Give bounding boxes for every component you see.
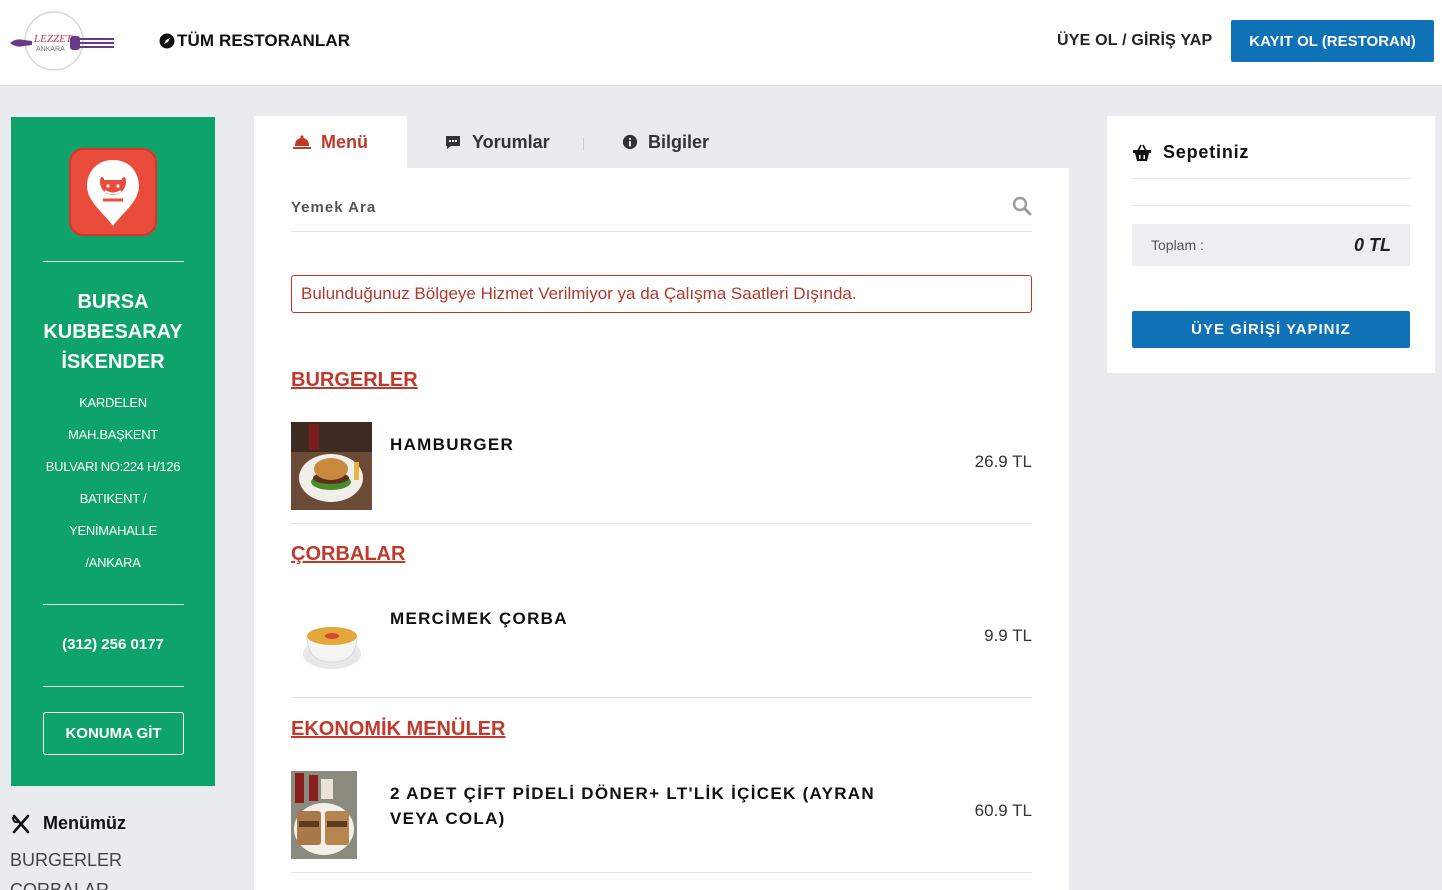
sidebar-item-corbalar[interactable]: ÇORBALAR [10,880,109,890]
address-line: BATIKENT / [79,491,147,506]
restaurant-address: KARDELEN MAH.BAŞKENT BULVARI NO:224 H/12… [31,387,195,579]
divider [1132,205,1410,206]
cart-total-label: Toplam : [1151,237,1204,253]
cart-total-value: 0 TL [1353,235,1391,255]
address-line: /ANKARA [85,555,141,570]
info-icon [622,134,638,150]
category-title-ekonomik-menuler[interactable]: EKONOMİK MENÜLER [291,718,505,741]
tab-separator [583,138,584,150]
menu-item-price: 60.9 TL [974,801,1032,820]
lentil-soup-photo [291,596,372,684]
basket-icon [1133,144,1151,161]
cart-title: Sepetiniz [1132,142,1249,163]
sidebar-item-burgerler[interactable]: BURGERLER [10,850,122,871]
svg-text:ANKARA: ANKARA [36,46,65,53]
register-restaurant-button[interactable]: KAYIT OL (RESTORAN) [1231,20,1434,62]
restaurant-info-card: BURSA KUBBESARAY İSKENDER KARDELEN MAH.B… [11,117,215,786]
menu-item-name: HAMBURGER [390,435,515,454]
shopping-cart: Sepetiniz Toplam : 0 TL ÜYE GİRİŞİ YAPIN… [1107,116,1435,373]
divider [43,686,184,687]
menu-item-name: MERCİMEK ÇORBA [390,609,568,628]
top-navbar: LEZZET ANKARA TÜM RESTORANLAR ÜYE OL / G… [0,0,1442,86]
tab-menu[interactable]: Menü [254,116,407,168]
menu-item-name: 2 ADET ÇİFT PİDELİ DÖNER+ LT'LİK İÇİCEK … [390,784,875,828]
lezzet-ankara-logo[interactable]: LEZZET ANKARA [8,10,118,72]
all-restaurants-link[interactable]: TÜM RESTORANLAR [159,31,350,51]
tab-reviews-label: Yorumlar [472,131,550,152]
menu-item[interactable]: MERCİMEK ÇORBA 9.9 TL [291,596,1032,698]
go-to-location-button[interactable]: KONUMA GİT [43,712,184,755]
food-search [291,182,1032,232]
compass-icon [159,33,175,49]
divider [43,261,184,262]
comment-icon [446,136,460,149]
tab-info[interactable]: Bilgiler [622,116,709,168]
address-line: YENİMAHALLE [69,523,157,538]
all-restaurants-label: TÜM RESTORANLAR [177,31,351,50]
cart-title-label: Sepetiniz [1163,142,1250,162]
restaurant-name: BURSA KUBBESARAY İSKENDER [43,291,183,373]
restaurant-tabs: Menü Yorumlar Bilgiler [254,116,1069,168]
tab-info-label: Bilgiler [648,131,710,152]
cloche-icon [293,135,311,149]
search-icon[interactable] [1012,196,1032,216]
divider [1132,178,1410,179]
menu-item-price: 9.9 TL [984,626,1032,645]
member-login-button[interactable]: ÜYE GİRİŞİ YAPINIZ [1132,311,1410,348]
divider [43,604,184,605]
menu-item[interactable]: HAMBURGER 26.9 TL [291,422,1032,524]
food-search-input[interactable] [291,195,991,219]
category-title-burgerler[interactable]: BURGERLER [291,369,418,392]
address-line: BULVARI NO:224 H/126 [45,459,181,474]
menu-item-price: 26.9 TL [974,452,1032,471]
menu-item[interactable]: 2 ADET ÇİFT PİDELİ DÖNER+ LT'LİK İÇİCEK … [291,771,1032,873]
address-line: KARDELEN [79,395,147,410]
category-title-corbalar[interactable]: ÇORBALAR [291,543,405,566]
doner-menu-photo [291,771,357,859]
sidebar-menu-title: Menümüz [11,813,126,834]
hamburger-photo [291,422,372,510]
address-line: MAH.BAŞKENT [68,427,158,442]
svg-text:LEZZET: LEZZET [33,33,73,45]
service-unavailable-alert: Bulunduğunuz Bölgeye Hizmet Verilmiyor y… [291,275,1032,313]
signup-login-link[interactable]: ÜYE OL / GİRİŞ YAP [1057,32,1212,50]
menu-panel: Bulunduğunuz Bölgeye Hizmet Verilmiyor y… [254,168,1069,890]
fork-knife-icon [12,814,30,833]
cart-total-row: Toplam : 0 TL [1132,224,1410,266]
restaurant-chef-logo [69,148,157,236]
sidebar-menu-title-label: Menümüz [43,813,126,833]
tab-menu-label: Menü [321,131,368,152]
tab-reviews[interactable]: Yorumlar [444,116,550,168]
restaurant-phone[interactable]: (312) 256 0177 [21,636,205,653]
